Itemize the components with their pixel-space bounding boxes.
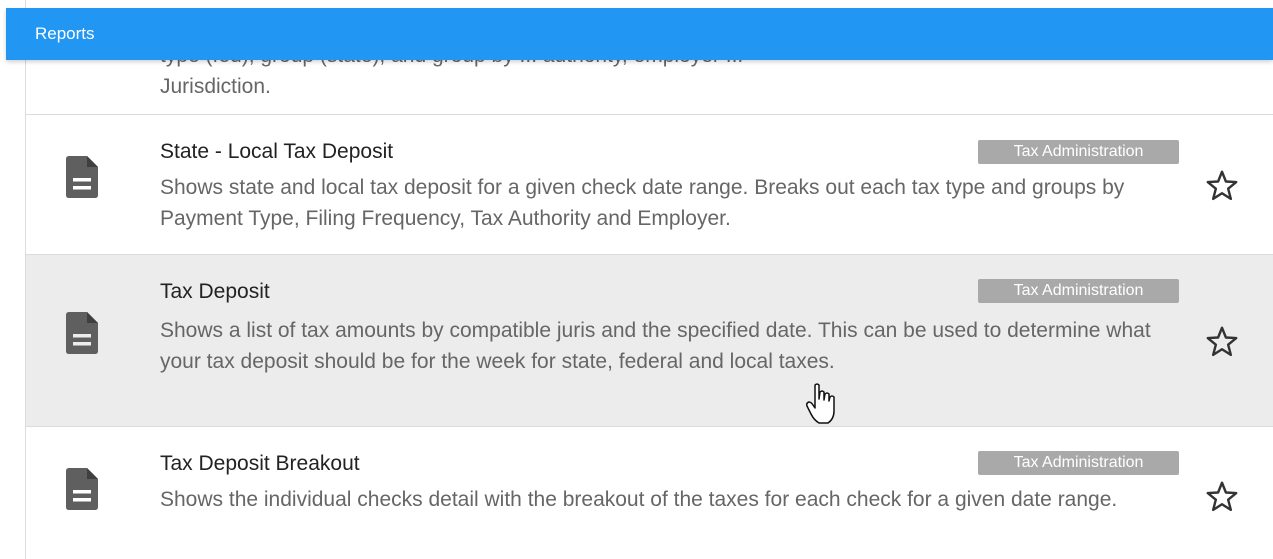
report-row-tax-deposit[interactable]: Tax Deposit Tax Administration Shows a l… <box>26 255 1273 427</box>
report-name[interactable]: State - Local Tax Deposit <box>160 139 393 165</box>
report-row-tax-deposit-breakout[interactable]: Tax Deposit Breakout Tax Administration … <box>26 427 1273 559</box>
category-badge: Tax Administration <box>978 140 1179 164</box>
category-badge: Tax Administration <box>978 451 1179 475</box>
document-icon <box>66 468 98 510</box>
report-row-state-local-tax-deposit[interactable]: State - Local Tax Deposit Tax Administra… <box>26 115 1273 255</box>
report-name[interactable]: Tax Deposit <box>160 279 270 305</box>
star-outline-icon[interactable] <box>1204 479 1240 515</box>
category-badge: Tax Administration <box>978 279 1179 303</box>
report-description: Shows a list of tax amounts by compatibl… <box>160 319 1151 373</box>
app-header: Reports <box>6 8 1273 60</box>
report-description: Shows state and local tax deposit for a … <box>160 176 1125 230</box>
star-outline-icon[interactable] <box>1204 168 1240 204</box>
page-title: Reports <box>35 24 95 43</box>
document-icon <box>66 156 98 198</box>
hand-pointer-cursor <box>806 383 835 424</box>
document-icon <box>66 312 98 354</box>
report-description: Shows the individual checks detail with … <box>160 488 1118 511</box>
star-outline-icon[interactable] <box>1204 324 1240 360</box>
report-name[interactable]: Tax Deposit Breakout <box>160 451 360 477</box>
report-list: type (fed), group (state), and group by … <box>25 0 1273 559</box>
